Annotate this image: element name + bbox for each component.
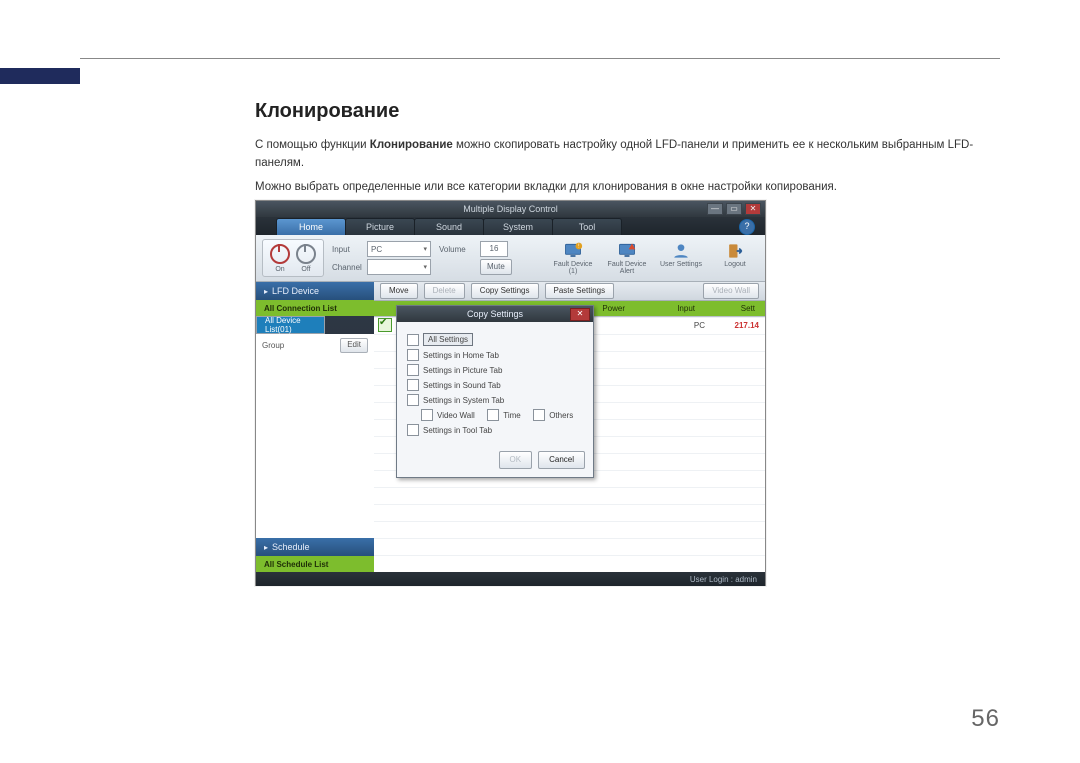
check-time[interactable]	[487, 409, 499, 421]
fault-alert-label: Fault Device Alert	[603, 261, 651, 276]
opt-home-tab: Settings in Home Tab	[423, 351, 499, 360]
tab-home[interactable]: Home	[276, 218, 346, 235]
tab-tool[interactable]: Tool	[552, 218, 622, 235]
col-power: Power	[602, 304, 625, 313]
sidebar-header-devices[interactable]: LFD Device	[256, 282, 374, 300]
check-picture-tab[interactable]	[407, 364, 419, 376]
paste-settings-button[interactable]: Paste Settings	[545, 283, 615, 299]
input-value: PC	[371, 245, 382, 254]
opt-others: Others	[549, 411, 573, 420]
paragraph-2: Можно выбрать определенные или все катег…	[255, 179, 1000, 197]
opt-time: Time	[503, 411, 520, 420]
close-button[interactable]: ✕	[745, 203, 761, 215]
chevron-down-icon: ▾	[423, 245, 427, 253]
sidebar-item-all-devices[interactable]: All Device List(01)	[256, 316, 325, 334]
volume-value[interactable]: 16	[480, 241, 508, 257]
logout-icon	[725, 241, 745, 261]
channel-select[interactable]: ▾	[367, 259, 431, 275]
opt-system-tab: Settings in System Tab	[423, 396, 504, 405]
check-home-tab[interactable]	[407, 349, 419, 361]
input-select[interactable]: PC ▾	[367, 241, 431, 257]
section-heading: Клонирование	[255, 100, 1000, 123]
sidebar-header-schedule[interactable]: Schedule	[256, 538, 374, 556]
user-settings-button[interactable]: User Settings	[657, 241, 705, 276]
check-sound-tab[interactable]	[407, 379, 419, 391]
logout-label: Logout	[724, 261, 745, 268]
paragraph-1: С помощью функции Клонирование можно ско…	[255, 137, 1000, 173]
video-wall-button[interactable]: Video Wall	[703, 283, 759, 299]
chevron-down-icon: ▾	[423, 263, 427, 271]
row-input: PC	[694, 321, 705, 330]
logout-button[interactable]: Logout	[711, 241, 759, 276]
row-ip: 217.14	[735, 321, 759, 330]
power-off-button[interactable]: Off	[293, 244, 319, 273]
page-thick-rule	[0, 68, 80, 84]
sidebar-item-all-schedule[interactable]: All Schedule List	[256, 556, 374, 572]
tab-picture[interactable]: Picture	[345, 218, 415, 235]
check-all-settings[interactable]	[407, 334, 419, 346]
opt-all-settings: All Settings	[423, 333, 473, 346]
fault-device-button[interactable]: ! Fault Device (1)	[549, 241, 597, 276]
tab-system[interactable]: System	[483, 218, 553, 235]
copy-settings-dialog: Copy Settings ✕ All Settings Settings in…	[396, 305, 594, 478]
minimize-button[interactable]: —	[707, 203, 723, 215]
ribbon: On Off Input PC ▾ Channel ▾ Volume16 Mute !…	[256, 235, 765, 282]
col-set: Sett	[741, 304, 755, 313]
app-titlebar: Multiple Display Control — ▭ ✕	[256, 201, 765, 217]
dialog-close-button[interactable]: ✕	[570, 308, 590, 321]
col-input: Input	[677, 304, 695, 313]
check-tool-tab[interactable]	[407, 424, 419, 436]
monitor-alert-icon	[617, 241, 637, 261]
move-button[interactable]: Move	[380, 283, 418, 299]
action-bar: Move Delete Copy Settings Paste Settings…	[374, 282, 765, 301]
page-top-rule	[80, 58, 1000, 59]
opt-sound-tab: Settings in Sound Tab	[423, 381, 501, 390]
status-bar: User Login : admin	[256, 572, 765, 586]
app-title: Multiple Display Control	[463, 204, 558, 214]
maximize-button[interactable]: ▭	[726, 203, 742, 215]
p1-bold: Клонирование	[370, 139, 453, 151]
svg-text:!: !	[578, 243, 579, 249]
group-edit-button[interactable]: Edit	[340, 338, 368, 353]
power-on-button[interactable]: On	[267, 244, 293, 273]
delete-button[interactable]: Delete	[424, 283, 465, 299]
group-label: Group	[262, 341, 284, 350]
mute-button[interactable]: Mute	[480, 259, 512, 275]
embedded-screenshot: Multiple Display Control — ▭ ✕ Home Pict…	[255, 200, 766, 586]
check-others[interactable]	[533, 409, 545, 421]
fault-device-label: Fault Device (1)	[549, 261, 597, 276]
tab-sound[interactable]: Sound	[414, 218, 484, 235]
user-icon	[671, 241, 691, 261]
opt-video-wall: Video Wall	[437, 411, 475, 420]
sidebar-item-all-connection[interactable]: All Connection List	[256, 300, 374, 316]
opt-tool-tab: Settings in Tool Tab	[423, 426, 492, 435]
power-off-icon	[296, 244, 316, 264]
monitor-warning-icon: !	[563, 241, 583, 261]
check-video-wall[interactable]	[421, 409, 433, 421]
volume-label: Volume	[439, 245, 477, 254]
power-on-label: On	[275, 266, 284, 273]
check-system-tab[interactable]	[407, 394, 419, 406]
copy-settings-button[interactable]: Copy Settings	[471, 283, 539, 299]
dialog-title: Copy Settings	[467, 309, 523, 319]
channel-label: Channel	[332, 263, 364, 272]
p1-pre: С помощью функции	[255, 139, 370, 151]
sidebar: LFD Device All Connection List All Devic…	[256, 282, 374, 572]
dialog-titlebar: Copy Settings ✕	[397, 306, 593, 322]
user-settings-label: User Settings	[660, 261, 702, 268]
fault-alert-button[interactable]: Fault Device Alert	[603, 241, 651, 276]
power-off-label: Off	[301, 266, 310, 273]
row-checkbox[interactable]	[378, 318, 392, 332]
page-number: 56	[971, 705, 1000, 733]
dialog-cancel-button[interactable]: Cancel	[538, 451, 585, 469]
main-tabs: Home Picture Sound System Tool ?	[256, 217, 765, 235]
dialog-ok-button[interactable]: OK	[499, 451, 533, 469]
help-icon[interactable]: ?	[739, 219, 755, 235]
status-text: User Login : admin	[690, 575, 757, 584]
input-label: Input	[332, 245, 364, 254]
opt-picture-tab: Settings in Picture Tab	[423, 366, 502, 375]
power-on-icon	[270, 244, 290, 264]
